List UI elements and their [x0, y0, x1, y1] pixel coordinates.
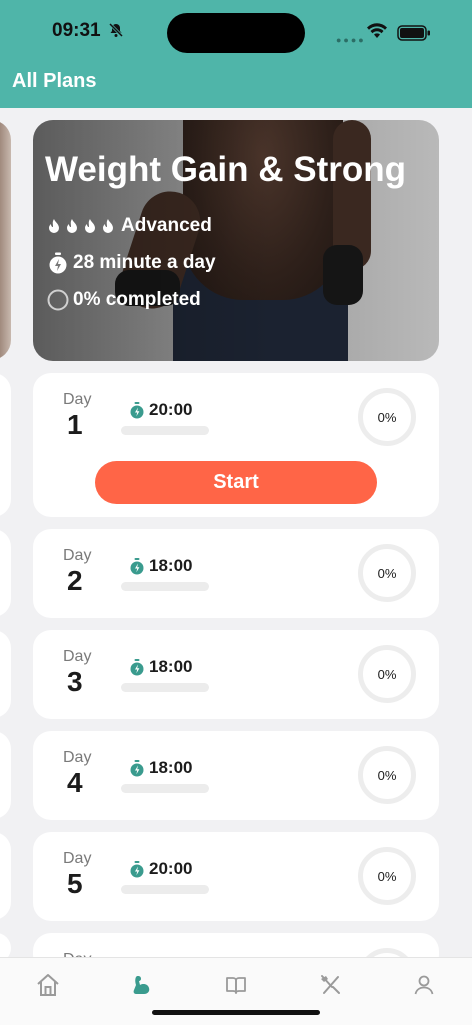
stopwatch-icon	[130, 401, 144, 418]
progress-percent: 0%	[377, 767, 397, 783]
wifi-icon	[366, 23, 388, 44]
day-label: Day	[63, 547, 92, 564]
day-number: 3	[67, 666, 83, 697]
stopwatch-icon	[130, 860, 144, 877]
plan-progress-row: 0% completed	[47, 289, 201, 311]
day-time: 20:00	[129, 400, 192, 420]
flame-icon	[85, 218, 95, 233]
day-number: 4	[67, 767, 83, 798]
home-icon	[37, 974, 59, 996]
app-header: 09:31 ●●●● All Plans	[0, 0, 472, 108]
day-card-5[interactable]: Day 5 20:00 0%	[33, 832, 439, 921]
tab-plans[interactable]	[127, 970, 157, 1000]
day-progress-bar	[121, 582, 209, 591]
tab-profile[interactable]	[409, 970, 439, 1000]
difficulty-flames	[47, 218, 115, 235]
stopwatch-icon	[130, 658, 144, 675]
progress-ring: 0%	[358, 544, 416, 602]
day-progress-bar	[121, 426, 209, 435]
flame-icon	[103, 218, 113, 233]
day-progress-bar	[121, 885, 209, 894]
plan-title: Weight Gain & Strong	[45, 150, 407, 189]
stopwatch-icon	[130, 759, 144, 776]
progress-percent: 0%	[377, 409, 397, 425]
previous-plan-day-card	[0, 731, 11, 819]
previous-plan-day-card	[0, 832, 11, 920]
day-number: 2	[67, 565, 83, 596]
day-card-2[interactable]: Day 2 18:00 0%	[33, 529, 439, 618]
page-title: All Plans	[12, 70, 97, 92]
status-time: 09:31	[52, 20, 101, 41]
day-card-4[interactable]: Day 4 18:00 0%	[33, 731, 439, 820]
progress-ring: 0%	[358, 847, 416, 905]
utensils-icon	[321, 975, 340, 994]
plan-duration: 28 minute a day	[73, 252, 216, 273]
cellular-signal-icon: ●●●●	[336, 35, 366, 45]
progress-percent: 0%	[377, 666, 397, 682]
day-card-1[interactable]: Day 1 20:00 0% Start	[33, 373, 439, 517]
tab-library[interactable]	[221, 970, 251, 1000]
plan-level-row: Advanced	[47, 215, 212, 237]
progress-circle-icon	[47, 289, 69, 311]
flame-icon	[67, 218, 77, 233]
battery-icon	[397, 25, 431, 46]
previous-plan-day-card	[0, 373, 11, 517]
day-number: 1	[67, 409, 83, 440]
tab-nutrition[interactable]	[315, 970, 345, 1000]
flame-icon	[49, 218, 59, 233]
home-indicator	[152, 1010, 320, 1015]
plan-level: Advanced	[121, 215, 212, 236]
day-time: 18:00	[129, 758, 192, 778]
tab-home[interactable]	[33, 970, 63, 1000]
previous-plan-day-card	[0, 630, 11, 718]
day-time-value: 20:00	[149, 859, 193, 878]
day-time-value: 18:00	[149, 657, 193, 676]
dynamic-island	[167, 13, 305, 53]
plan-duration-row: 28 minute a day	[47, 252, 216, 274]
profile-icon	[414, 975, 434, 995]
bell-muted-icon	[108, 22, 124, 43]
day-progress-bar	[121, 683, 209, 692]
previous-plan-day-card	[0, 529, 11, 617]
plan-hero-card[interactable]: Weight Gain & Strong Advanced 28 minute …	[33, 120, 439, 361]
day-progress-bar	[121, 784, 209, 793]
previous-plan-card[interactable]	[0, 120, 11, 360]
day-label: Day	[63, 850, 92, 867]
day-time: 18:00	[129, 556, 192, 576]
day-time-value: 18:00	[149, 758, 193, 777]
progress-ring: 0%	[358, 645, 416, 703]
day-card-3[interactable]: Day 3 18:00 0%	[33, 630, 439, 719]
book-icon	[226, 977, 246, 994]
day-time-value: 20:00	[149, 400, 193, 419]
day-label: Day	[63, 648, 92, 665]
progress-percent: 0%	[377, 868, 397, 884]
day-time-value: 18:00	[149, 556, 193, 575]
day-time: 18:00	[129, 657, 192, 677]
day-label: Day	[63, 391, 92, 408]
day-label: Day	[63, 749, 92, 766]
progress-ring: 0%	[358, 746, 416, 804]
day-number: 5	[67, 868, 83, 899]
start-button[interactable]: Start	[95, 461, 377, 504]
plan-completed: 0% completed	[73, 289, 201, 310]
stopwatch-icon	[130, 557, 144, 574]
muscle-icon	[133, 976, 150, 994]
progress-ring: 0%	[358, 388, 416, 446]
progress-percent: 0%	[377, 565, 397, 581]
day-time: 20:00	[129, 859, 192, 879]
stopwatch-icon	[49, 252, 67, 274]
